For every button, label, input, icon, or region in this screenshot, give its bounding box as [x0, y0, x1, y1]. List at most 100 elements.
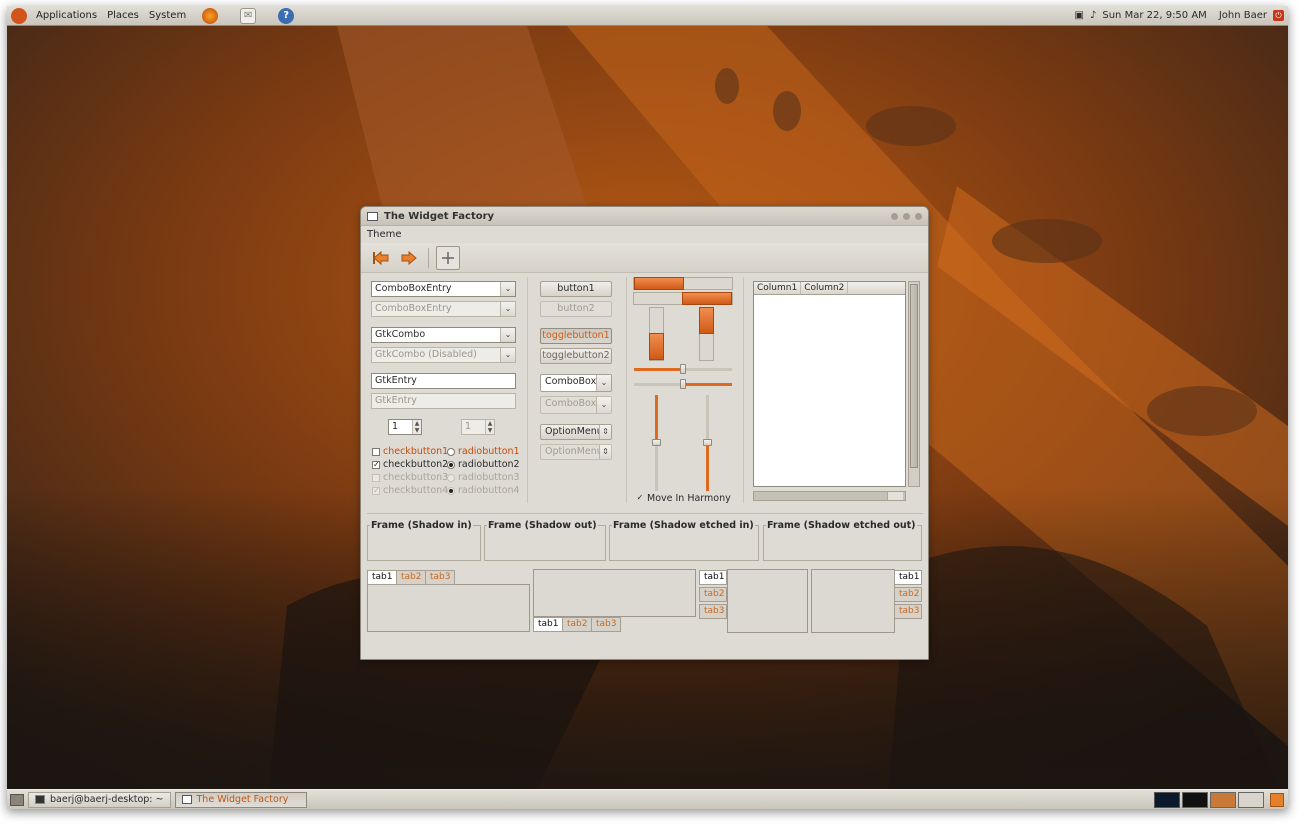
- optionmenu[interactable]: OptionMenu ⇕: [540, 424, 612, 440]
- spin-arrows-icon[interactable]: ▲ ▼: [412, 420, 421, 434]
- checkmark-icon[interactable]: ✓: [636, 493, 644, 503]
- checkbox-checked-icon[interactable]: ✓: [372, 460, 380, 469]
- optionmenu-text: OptionMenu: [545, 426, 603, 437]
- notebook-top-tab1[interactable]: tab1: [367, 570, 398, 585]
- vscale-2[interactable]: [703, 395, 712, 491]
- checkbutton2[interactable]: ✓ checkbutton2: [372, 459, 448, 470]
- notebook-right-tab1[interactable]: tab1: [894, 570, 922, 585]
- horizontal-scrollbar[interactable]: [753, 491, 906, 501]
- taskbar-widget-factory[interactable]: The Widget Factory: [174, 791, 307, 808]
- column1-header[interactable]: Column1: [754, 282, 802, 294]
- firefox-icon[interactable]: [202, 7, 219, 24]
- notebook-left-tab2[interactable]: tab2: [699, 587, 727, 602]
- top-panel: Applications Places System ✉ ? ▣ ♪ Sun M…: [7, 6, 1288, 26]
- trash-icon[interactable]: [1270, 792, 1284, 807]
- frame-shadow-out: Frame (Shadow out): [484, 520, 606, 561]
- maximize-button[interactable]: [903, 212, 910, 220]
- desktop-screen: Applications Places System ✉ ? ▣ ♪ Sun M…: [7, 6, 1288, 809]
- notebook-top-tab2[interactable]: tab2: [396, 570, 427, 585]
- volume-icon[interactable]: ♪: [1090, 10, 1096, 21]
- checkbox-icon[interactable]: [372, 447, 380, 456]
- hscale-1[interactable]: [634, 364, 732, 374]
- close-button[interactable]: [915, 212, 922, 220]
- radio-selected-icon[interactable]: [447, 460, 455, 469]
- hscale-2[interactable]: [634, 379, 732, 389]
- chevron-down-icon: ⌄: [500, 348, 515, 362]
- system-monitor-icon[interactable]: [1154, 791, 1180, 808]
- frame-shadow-etched-out: Frame (Shadow etched out): [763, 520, 922, 561]
- gtkcombo[interactable]: GtkCombo ⌄: [371, 327, 516, 343]
- scroll-arrows-icon[interactable]: [887, 492, 903, 500]
- combobox-entry[interactable]: ComboBoxEntry ⌄: [371, 281, 516, 297]
- radio-selected-icon: [447, 486, 455, 495]
- workspace-3[interactable]: [1238, 791, 1264, 808]
- chevron-down-icon[interactable]: ⌄: [596, 375, 611, 391]
- updown-icon[interactable]: ⇕: [599, 425, 611, 439]
- vscale-1-handle[interactable]: [652, 439, 661, 446]
- help-icon[interactable]: ?: [278, 7, 295, 24]
- notebook-top-tab3[interactable]: tab3: [425, 570, 456, 585]
- notebook-left-tab1[interactable]: tab1: [699, 570, 727, 585]
- notebook-right-tab2[interactable]: tab2: [894, 587, 922, 602]
- ubuntu-logo-icon[interactable]: [11, 7, 27, 24]
- workspace-2[interactable]: [1210, 791, 1236, 808]
- spin-button-disabled: 1 ▲ ▼: [461, 419, 495, 435]
- hscale-2-handle[interactable]: [680, 379, 686, 389]
- applications-menu[interactable]: Applications: [31, 6, 102, 26]
- show-desktop-icon[interactable]: [10, 793, 24, 806]
- move-in-harmony-check[interactable]: ✓ Move In Harmony: [636, 493, 731, 504]
- forward-button[interactable]: [397, 246, 421, 270]
- updown-icon: ⇕: [599, 445, 611, 459]
- clock[interactable]: Sun Mar 22, 9:50 AM: [1102, 10, 1206, 21]
- radiobutton1[interactable]: radiobutton1: [447, 446, 520, 457]
- move-cross-icon: [442, 251, 454, 264]
- mail-icon[interactable]: ✉: [240, 7, 257, 24]
- column-separator: [743, 277, 744, 503]
- radiobutton1-label: radiobutton1: [458, 446, 520, 457]
- combobox-text: ComboBox: [545, 376, 597, 387]
- vscale-1[interactable]: [652, 395, 661, 491]
- notebook-right-pane: [811, 569, 895, 633]
- notebook-bottom-tab2[interactable]: tab2: [562, 617, 593, 632]
- chevron-down-icon[interactable]: ⌄: [500, 328, 515, 342]
- terminal-icon: [35, 795, 45, 804]
- vertical-scrollbar[interactable]: [908, 281, 920, 487]
- system-menu[interactable]: System: [144, 6, 191, 26]
- notebook-bottom-tab1[interactable]: tab1: [533, 617, 564, 632]
- checkbutton2-label: checkbutton2: [383, 459, 449, 470]
- user-name[interactable]: John Baer: [1219, 10, 1267, 21]
- checkbutton3: checkbutton3: [372, 472, 448, 483]
- network-icon[interactable]: ▣: [1075, 10, 1084, 21]
- radiobutton2[interactable]: radiobutton2: [447, 459, 520, 470]
- checkbutton1[interactable]: checkbutton1: [372, 446, 448, 457]
- theme-menu[interactable]: Theme: [367, 229, 402, 240]
- window-titlebar[interactable]: The Widget Factory: [361, 207, 928, 226]
- taskbar-terminal[interactable]: baerj@baerj-desktop: ~: [28, 791, 171, 808]
- chevron-down-icon[interactable]: ⌄: [500, 282, 515, 296]
- places-menu[interactable]: Places: [102, 6, 144, 26]
- spin-button[interactable]: 1 ▲ ▼: [388, 419, 422, 435]
- workspace-1[interactable]: [1182, 791, 1208, 808]
- vscale-2-handle[interactable]: [703, 439, 712, 446]
- move-button[interactable]: [436, 245, 460, 270]
- tree-view[interactable]: Column1 Column2: [753, 281, 906, 487]
- scrollbar-thumb[interactable]: [910, 284, 918, 468]
- column2-header[interactable]: Column2: [801, 282, 849, 294]
- shutdown-icon[interactable]: ⏻: [1273, 10, 1284, 21]
- minimize-button[interactable]: [891, 212, 898, 220]
- togglebutton2[interactable]: togglebutton2: [540, 348, 612, 364]
- back-arrow-icon: [373, 250, 389, 265]
- radio-icon[interactable]: [447, 447, 455, 456]
- spin-arrows-icon: ▲ ▼: [485, 420, 494, 434]
- notebook-left-tab3[interactable]: tab3: [699, 604, 727, 619]
- togglebutton1[interactable]: togglebutton1: [540, 328, 612, 344]
- combobox[interactable]: ComboBox ⌄: [540, 374, 612, 392]
- back-button[interactable]: [369, 246, 393, 270]
- notebook-bottom-tab3[interactable]: tab3: [591, 617, 622, 632]
- notebook-right-tab3[interactable]: tab3: [894, 604, 922, 619]
- move-in-harmony-label: Move In Harmony: [647, 493, 731, 504]
- hscale-1-handle[interactable]: [680, 364, 686, 374]
- toolbar: [361, 243, 928, 273]
- button1[interactable]: button1: [540, 281, 612, 297]
- gtk-entry[interactable]: GtkEntry: [371, 373, 516, 389]
